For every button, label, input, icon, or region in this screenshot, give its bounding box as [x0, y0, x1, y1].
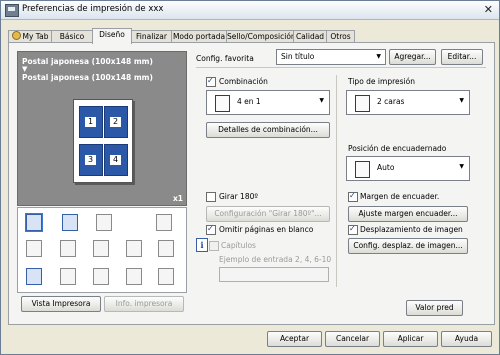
rotate-180-label: Girar 180º	[219, 192, 258, 201]
binding-position-select[interactable]: Auto ▼	[346, 156, 470, 181]
tab-label: My Tab	[22, 32, 49, 41]
chapters-input[interactable]	[219, 267, 329, 282]
paper-size-output: Postal japonesa (100x148 mm)	[22, 73, 153, 82]
skip-blank-pages-label: Omitir páginas en blanco	[219, 225, 314, 234]
window-title: Preferencias de impresión de xxx	[22, 4, 164, 14]
defaults-button[interactable]: Valor pred	[406, 300, 463, 316]
ok-button[interactable]: Aceptar	[267, 331, 322, 347]
lock-icon[interactable]	[158, 268, 174, 285]
cancel-button[interactable]: Cancelar	[325, 331, 380, 347]
preview-page: 4	[104, 144, 128, 176]
tab-label: Finalizar	[136, 32, 167, 41]
binding-position-value: Auto	[377, 163, 395, 172]
user-icon	[11, 31, 21, 40]
combination-label: Combinación	[219, 77, 268, 86]
title-bar: Preferencias de impresión de xxx ✕	[1, 1, 499, 20]
image-shift-label: Desplazamiento de imagen	[360, 225, 463, 234]
down-arrow-icon: ▼	[22, 65, 28, 73]
combination-value: 4 en 1	[237, 97, 261, 106]
tab-label: Sello/Composición	[227, 32, 296, 41]
printer-info-button[interactable]: Info. impresora	[104, 296, 184, 312]
skip-blank-pages-checkbox[interactable]	[206, 224, 216, 235]
apply-button[interactable]: Aplicar	[383, 331, 438, 347]
paper-size-original: Postal japonesa (100x148 mm)	[22, 57, 153, 66]
close-icon[interactable]: ✕	[484, 3, 493, 16]
tab-label: Básico	[59, 32, 85, 41]
user-gear-icon[interactable]	[93, 268, 109, 285]
page-number: 2	[110, 117, 121, 127]
binding-icon	[355, 161, 370, 178]
preview-page: 1	[79, 106, 103, 138]
copies-count: x1	[172, 194, 183, 203]
printer-view-button[interactable]: Vista Impresora	[21, 296, 101, 312]
favorite-config-select[interactable]: Sin título ▼	[276, 49, 386, 65]
pages-icon[interactable]	[26, 240, 42, 257]
preview-page: 3	[79, 144, 103, 176]
chevron-down-icon: ▼	[376, 53, 381, 60]
chapters-label: Capítulos	[221, 241, 256, 250]
image-shift-checkbox[interactable]	[348, 224, 358, 235]
print-type-value: 2 caras	[377, 97, 405, 106]
printer-icon	[5, 4, 19, 17]
grid-icon[interactable]	[126, 240, 142, 257]
binding-margin-checkbox[interactable]	[348, 191, 358, 202]
page-number: 3	[85, 155, 96, 165]
rotate-icon[interactable]	[156, 214, 172, 231]
binding-position-label: Posición de encuadernado	[348, 144, 447, 153]
poster-icon[interactable]	[62, 214, 78, 231]
tab-label: Diseño	[99, 30, 125, 39]
font-icon[interactable]	[93, 240, 109, 257]
favorite-config-value: Sin título	[281, 52, 315, 61]
chevron-down-icon: ▼	[319, 97, 324, 104]
book-icon[interactable]	[60, 240, 76, 257]
print-type-select[interactable]: 2 caras ▼	[346, 90, 470, 115]
favorite-config-label: Config. favorita	[196, 54, 254, 63]
info-icon: i	[196, 238, 208, 252]
page-number: 4	[110, 155, 121, 165]
rotate-180-config-button[interactable]: Configuración "Girar 180º"...	[206, 206, 330, 222]
chevron-down-icon: ▼	[459, 163, 464, 170]
binding-margin-label: Margen de encuader.	[360, 192, 440, 201]
rotate-180-checkbox[interactable]	[206, 192, 216, 202]
print-preferences-window: Preferencias de impresión de xxx ✕ My Ta…	[0, 0, 500, 355]
binding-margin-button[interactable]: Ajuste margen encuader...	[348, 206, 468, 222]
layout-4in1-icon[interactable]	[25, 213, 43, 232]
tab-label: Otros	[330, 32, 351, 41]
stamp-icon[interactable]	[158, 240, 174, 257]
combination-details-button[interactable]: Detalles de combinación...	[206, 122, 330, 138]
chapters-checkbox[interactable]	[209, 241, 219, 251]
edit-favorite-button[interactable]: Editar...	[441, 49, 483, 65]
tab-label: Calidad	[295, 32, 325, 41]
tab-label: Modo portada	[172, 32, 226, 41]
chevron-down-icon: ▼	[459, 97, 464, 104]
doc-icon[interactable]	[26, 268, 42, 285]
add-favorite-button[interactable]: Agregar...	[389, 49, 436, 65]
preview-sheet: 1 2 3 4	[73, 99, 133, 183]
layout-grid-icon	[215, 95, 230, 112]
table-icon[interactable]	[126, 268, 142, 285]
divider	[196, 67, 486, 68]
preview-page: 2	[104, 106, 128, 138]
divider	[336, 75, 337, 287]
combination-checkbox[interactable]	[206, 76, 216, 87]
print-type-label: Tipo de impresión	[348, 77, 415, 86]
chapters-example-label: Ejemplo de entrada 2, 4, 6-10	[219, 255, 332, 264]
function-icon-panel	[17, 207, 187, 293]
user-icon[interactable]	[60, 268, 76, 285]
image-shift-button[interactable]: Config. desplaz. de imagen...	[348, 238, 468, 254]
duplex-icon	[355, 95, 370, 112]
page-number: 1	[85, 117, 96, 127]
help-button[interactable]: Ayuda	[441, 331, 492, 347]
combination-select[interactable]: 4 en 1 ▼	[206, 90, 330, 115]
tab-diseno[interactable]: Diseño	[92, 28, 132, 44]
image-icon[interactable]	[96, 214, 112, 231]
